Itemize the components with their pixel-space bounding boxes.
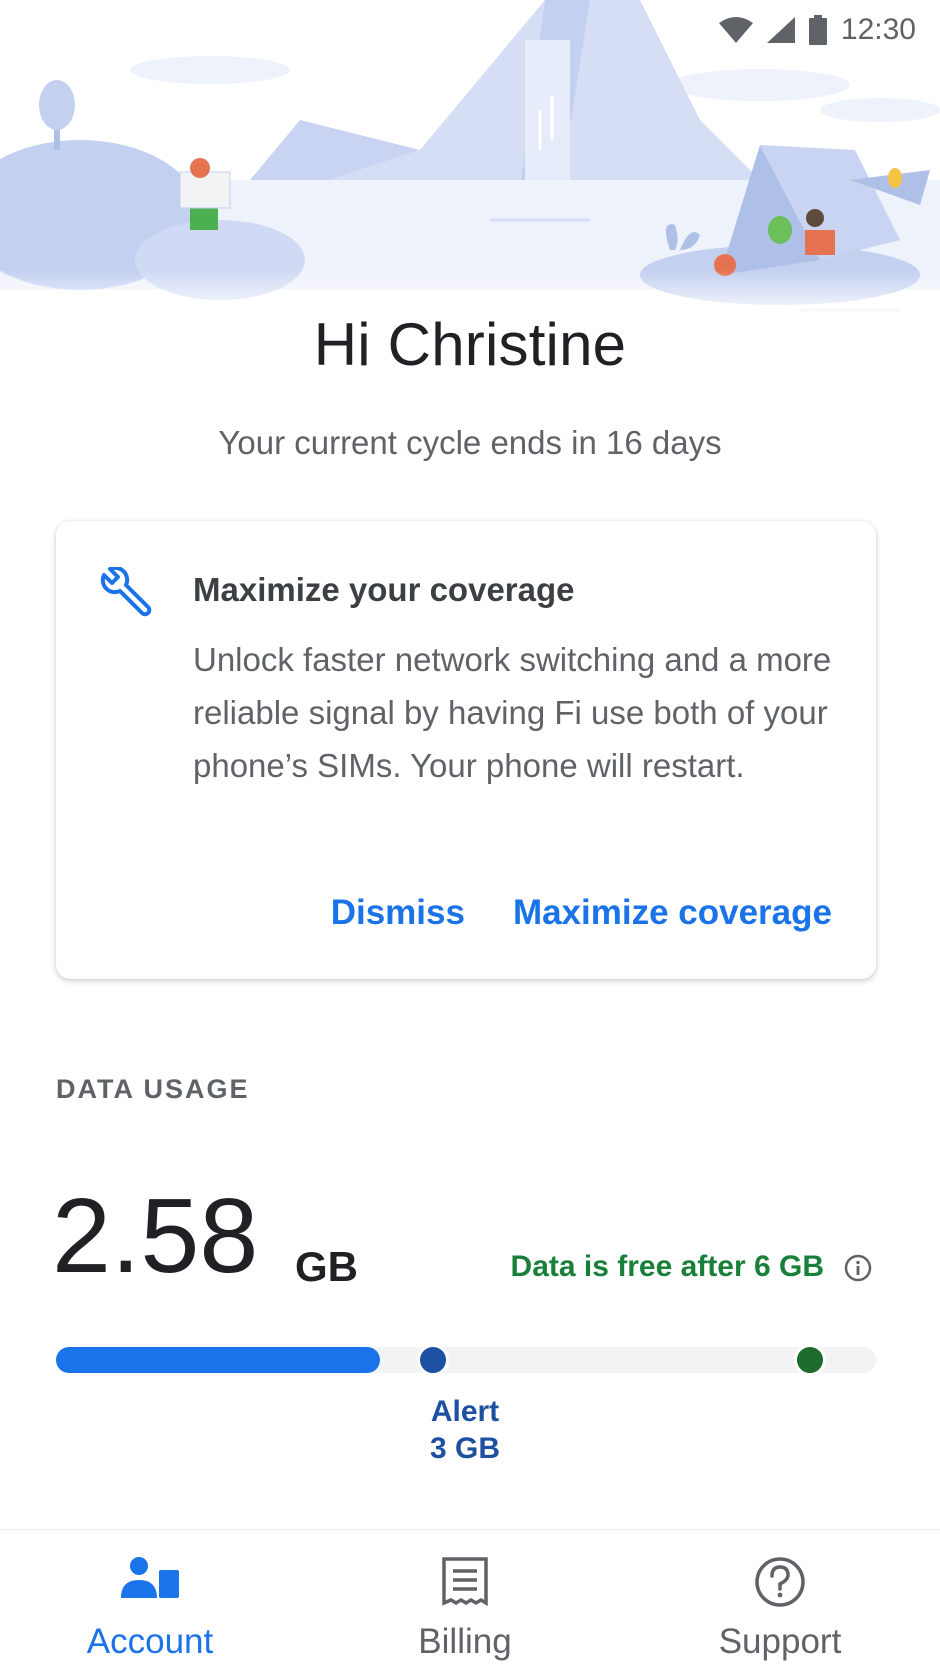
nav-support[interactable]: Support	[630, 1530, 930, 1677]
free-threshold-marker	[794, 1344, 827, 1376]
wrench-icon	[98, 565, 152, 624]
alert-label-text: Alert	[430, 1395, 500, 1428]
data-usage-label: DATA USAGE	[56, 1074, 250, 1104]
maximize-coverage-button[interactable]: Maximize coverage	[513, 893, 832, 933]
nav-account-label: Account	[86, 1622, 214, 1661]
status-time: 12:30	[840, 13, 916, 46]
free-data-note: Data is free after 6 GB	[510, 1250, 824, 1283]
alert-marker[interactable]	[417, 1344, 450, 1376]
help-circle-icon	[755, 1557, 805, 1607]
status-bar: 12:30	[718, 10, 916, 50]
alert-label-value: 3 GB	[429, 1432, 501, 1465]
alert-label: Alert 3 GB	[405, 1393, 525, 1467]
usage-unit: GB	[295, 1243, 358, 1290]
dismiss-button[interactable]: Dismiss	[331, 893, 465, 933]
nav-support-label: Support	[718, 1622, 842, 1661]
receipt-icon	[442, 1557, 488, 1606]
wifi-icon	[718, 17, 753, 43]
usage-progress-bar	[56, 1344, 876, 1376]
usage-value: 2.58	[52, 1177, 259, 1295]
nav-billing-label: Billing	[418, 1622, 512, 1661]
nav-billing[interactable]: Billing	[315, 1530, 615, 1677]
card-actions: Dismiss Maximize coverage	[331, 893, 832, 933]
info-icon[interactable]	[844, 1254, 872, 1287]
cycle-text: Your current cycle ends in 16 days	[218, 424, 722, 461]
card-body: Unlock faster network switching and a mo…	[193, 641, 832, 784]
account-icon	[121, 1557, 179, 1598]
battery-icon	[808, 15, 827, 45]
card-title: Maximize your coverage	[193, 571, 575, 608]
coverage-card: Maximize your coverage Unlock faster net…	[56, 521, 876, 979]
nav-account[interactable]: Account	[0, 1530, 300, 1677]
signal-icon	[766, 17, 795, 43]
usage-progress-fill	[56, 1347, 381, 1373]
bottom-navigation: Account Billing Support	[0, 1529, 940, 1677]
greeting-title: Hi Christine	[313, 311, 627, 378]
